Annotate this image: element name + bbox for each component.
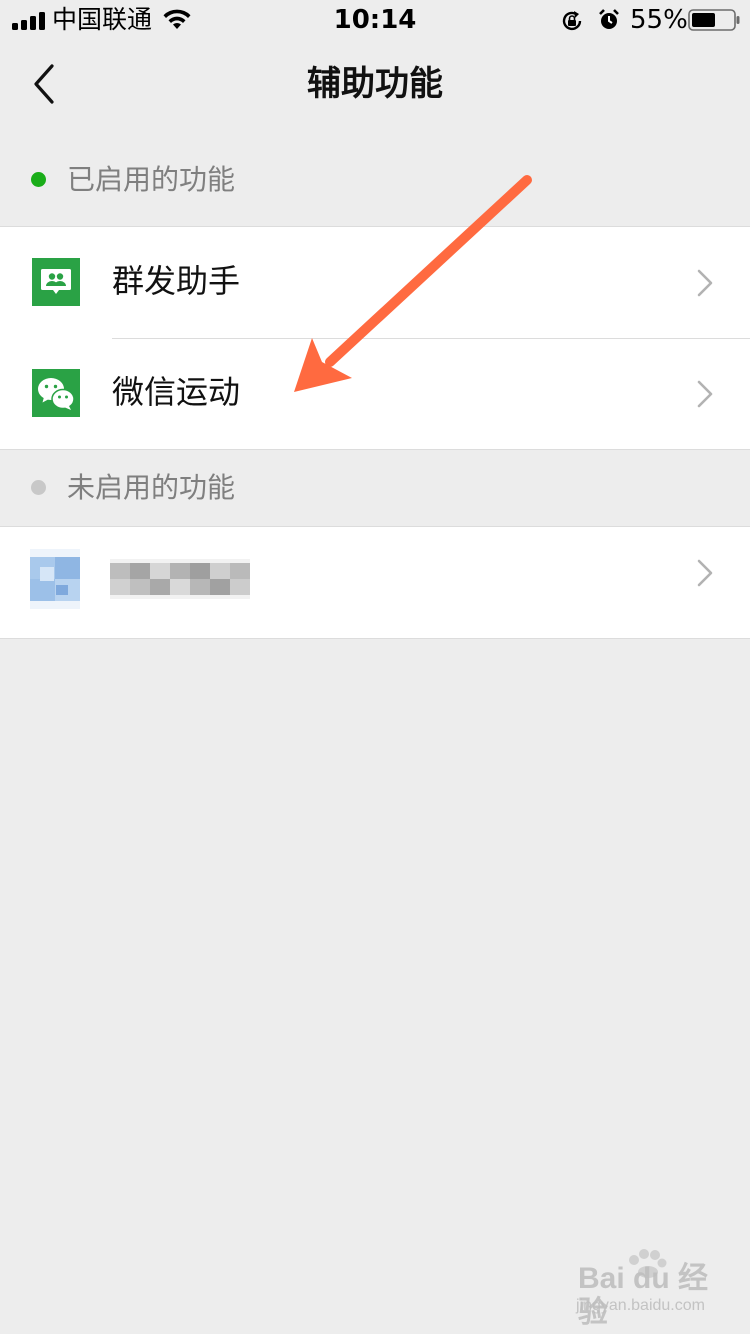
battery-percent: 55%: [630, 5, 688, 35]
section-label: 未启用的功能: [67, 471, 236, 504]
group-message-icon: [32, 258, 80, 306]
blurred-label: [110, 559, 250, 599]
list-item-blurred[interactable]: [0, 527, 750, 638]
status-dot-gray: [31, 480, 46, 495]
navigation-bar: 辅助功能: [0, 40, 750, 128]
rotation-lock-icon: [562, 11, 582, 31]
disabled-features-list: [0, 526, 750, 639]
list-item-group-message[interactable]: 群发助手: [0, 227, 750, 338]
chevron-right-icon: [697, 380, 713, 408]
page-title: 辅助功能: [307, 64, 443, 104]
section-header-disabled: 未启用的功能: [0, 458, 750, 518]
alarm-icon: [599, 9, 619, 29]
enabled-features-list: 群发助手 微信运动: [0, 226, 750, 450]
chevron-right-icon: [697, 269, 713, 297]
section-label: 已启用的功能: [67, 163, 236, 196]
chevron-right-icon: [697, 559, 713, 587]
section-header-enabled: 已启用的功能: [0, 150, 750, 210]
wechat-icon: [32, 369, 80, 417]
status-dot-green: [31, 172, 46, 187]
item-label: 群发助手: [112, 262, 241, 300]
battery-icon: [688, 9, 740, 31]
list-item-wechat-sports[interactable]: 微信运动: [0, 338, 750, 449]
baidu-watermark: Bai du 经验 jingyan.baidu.com: [574, 1248, 724, 1329]
watermark-url: jingyan.baidu.com: [576, 1297, 705, 1314]
status-bar: 中国联通 10:14 55%: [0, 0, 750, 40]
item-label: 微信运动: [112, 373, 241, 411]
blurred-app-icon: [30, 549, 80, 609]
